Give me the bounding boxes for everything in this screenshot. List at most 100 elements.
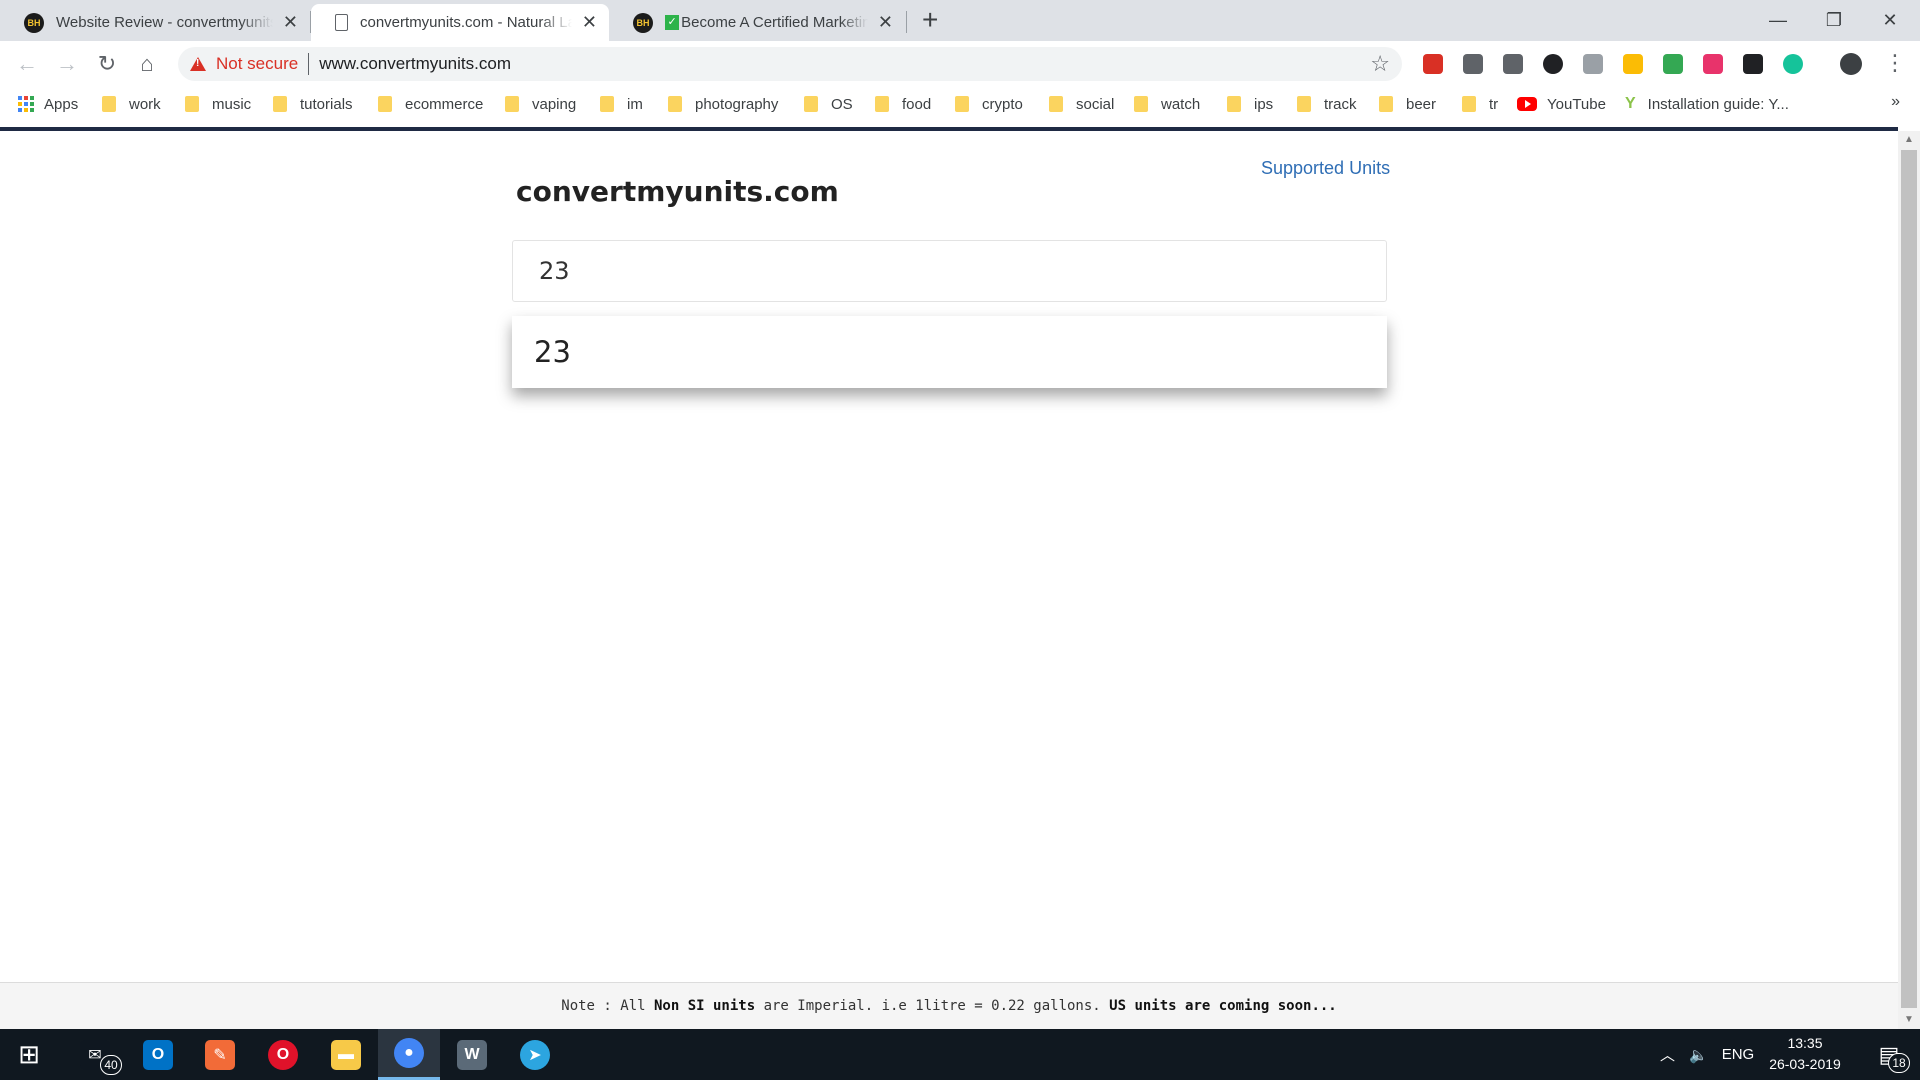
extension-lastpass-icon[interactable]	[1423, 54, 1443, 74]
bookmark-label: tutorials	[300, 95, 353, 113]
start-button[interactable]: ⊞	[0, 1029, 58, 1080]
outlook-icon: O	[143, 1039, 173, 1070]
bookmark-label: Apps	[44, 95, 79, 113]
bookmark-im[interactable]: im	[600, 87, 643, 121]
volume-icon[interactable]: 🔈	[1689, 1046, 1708, 1064]
bookmark-label: vaping	[532, 95, 577, 113]
extension-puzzle-icon[interactable]	[1663, 54, 1683, 74]
taskbar-wordpress-app[interactable]: W	[441, 1029, 503, 1080]
extension-download-icon[interactable]	[1583, 54, 1603, 74]
security-status[interactable]: Not secure	[216, 54, 298, 74]
extension-grammarly-icon[interactable]	[1783, 54, 1803, 74]
bookmark-food[interactable]: food	[875, 87, 931, 121]
telegram-icon: ➤	[520, 1039, 550, 1070]
conversion-result: 23	[512, 316, 1387, 388]
web-page: convertmyunits.com Supported Units 23	[0, 131, 1898, 982]
bookmark-label: food	[902, 95, 932, 113]
bookmarks-bar: Apps work music tutorials ecommerce vaping im p…	[0, 87, 1920, 127]
opera-icon: O	[268, 1039, 298, 1070]
extension-ublock-icon[interactable]	[1503, 54, 1523, 74]
folder-icon	[804, 96, 818, 112]
taskbar-mail-app[interactable]: ✉ 40	[64, 1029, 126, 1080]
check-mark-icon: ✓	[665, 15, 680, 30]
bookmark-work[interactable]: work	[102, 87, 161, 121]
footer-prefix: Note : All	[561, 998, 654, 1014]
forward-button[interactable]: →	[52, 49, 82, 79]
close-window-button[interactable]: ✕	[1862, 0, 1918, 41]
taskbar-opera-app[interactable]: O	[252, 1029, 314, 1080]
supported-units-link[interactable]: Supported Units	[1261, 158, 1390, 179]
taskbar-outlook-app[interactable]: O	[127, 1029, 189, 1080]
bookmarks-overflow-button[interactable]: »	[1891, 93, 1900, 111]
taskbar-telegram-app[interactable]: ➤	[504, 1029, 566, 1080]
bookmark-beer[interactable]: beer	[1379, 87, 1436, 121]
url-text[interactable]: www.convertmyunits.com	[319, 54, 511, 74]
bookmark-music[interactable]: music	[185, 87, 251, 121]
extension-color-icon[interactable]	[1623, 54, 1643, 74]
browser-menu-icon[interactable]: ⋮	[1884, 51, 1906, 75]
bookmark-tutorials[interactable]: tutorials	[273, 87, 353, 121]
reload-button[interactable]: ↻	[92, 49, 122, 79]
clock-date: 26-03-2019	[1769, 1056, 1841, 1072]
bookmark-apps[interactable]: Apps	[18, 87, 78, 121]
bookmark-label: tr	[1489, 95, 1499, 113]
extension-circle-icon[interactable]	[1543, 54, 1563, 74]
scroll-down-icon[interactable]: ▼	[1898, 1011, 1920, 1027]
bookmark-social[interactable]: social	[1049, 87, 1114, 121]
extension-mask-icon[interactable]	[1743, 54, 1763, 74]
bookmark-watch[interactable]: watch	[1134, 87, 1200, 121]
taskbar-feather-app[interactable]: ✎	[189, 1029, 251, 1080]
taskbar-chrome-app[interactable]: ●	[378, 1029, 440, 1080]
site-title: convertmyunits.com	[516, 175, 839, 208]
document-icon	[335, 14, 348, 31]
bookmark-track[interactable]: track	[1297, 87, 1357, 121]
folder-icon	[273, 96, 287, 112]
folder-icon	[668, 96, 682, 112]
footer-bold-us-units: US units are coming soon...	[1109, 998, 1337, 1014]
close-tab-icon[interactable]: ✕	[582, 12, 597, 33]
wordpress-icon: W	[457, 1039, 487, 1070]
profile-avatar[interactable]	[1840, 53, 1862, 75]
folder-icon	[505, 96, 519, 112]
tray-chevron-icon[interactable]: ︿	[1660, 1044, 1675, 1065]
bookmark-ips[interactable]: ips	[1227, 87, 1273, 121]
extension-eyedropper-icon[interactable]	[1463, 54, 1483, 74]
tab-website-review[interactable]: BH Website Review - convertmyunits ✕	[0, 4, 310, 41]
warning-icon	[190, 57, 206, 71]
minimize-button[interactable]: —	[1750, 0, 1806, 41]
bookmark-tr[interactable]: tr	[1462, 87, 1498, 121]
new-tab-button[interactable]: +	[922, 5, 938, 35]
folder-icon	[1049, 96, 1063, 112]
folder-icon	[1379, 96, 1393, 112]
taskbar-file-explorer-app[interactable]: ▬	[315, 1029, 377, 1080]
bookmark-vaping[interactable]: vaping	[505, 87, 576, 121]
home-button[interactable]: ⌂	[132, 49, 162, 79]
bookmark-youtube[interactable]: YouTube	[1517, 87, 1606, 121]
scroll-up-icon[interactable]: ▲	[1898, 131, 1920, 147]
bookmark-os[interactable]: OS	[804, 87, 853, 121]
address-bar[interactable]: Not secure www.convertmyunits.com ☆	[178, 47, 1402, 81]
back-button[interactable]: ←	[12, 49, 42, 79]
bh-logo-icon: BH	[633, 12, 653, 33]
notification-badge: 18	[1888, 1053, 1910, 1073]
tab-certified-marketing[interactable]: BH ✓ Become A Certified Marketing ✕	[609, 4, 905, 41]
taskbar-clock[interactable]: 13:35 26-03-2019	[1765, 1033, 1845, 1075]
tab-convertmyunits[interactable]: convertmyunits.com - Natural La ✕	[311, 4, 609, 41]
bookmark-ecommerce[interactable]: ecommerce	[378, 87, 483, 121]
tab-title: Website Review - convertmyunits	[56, 14, 273, 31]
bookmark-star-icon[interactable]: ☆	[1370, 51, 1390, 77]
close-tab-icon[interactable]: ✕	[878, 12, 893, 33]
action-center-button[interactable]: ▤ 18	[1858, 1029, 1920, 1080]
page-scrollbar[interactable]: ▲ ▼	[1898, 131, 1920, 1029]
bookmark-crypto[interactable]: crypto	[955, 87, 1023, 121]
bookmark-photography[interactable]: photography	[668, 87, 778, 121]
folder-icon	[1134, 96, 1148, 112]
scroll-thumb[interactable]	[1901, 150, 1917, 1008]
language-indicator[interactable]: ENG	[1722, 1046, 1755, 1063]
bookmark-installation-guide-y[interactable]: Y Installation guide: Y...	[1625, 87, 1789, 121]
tab-title: convertmyunits.com - Natural La	[360, 14, 572, 31]
extension-a-icon[interactable]	[1703, 54, 1723, 74]
close-tab-icon[interactable]: ✕	[283, 12, 298, 33]
conversion-query-input[interactable]	[512, 240, 1387, 302]
maximize-button[interactable]: ❐	[1806, 0, 1862, 41]
